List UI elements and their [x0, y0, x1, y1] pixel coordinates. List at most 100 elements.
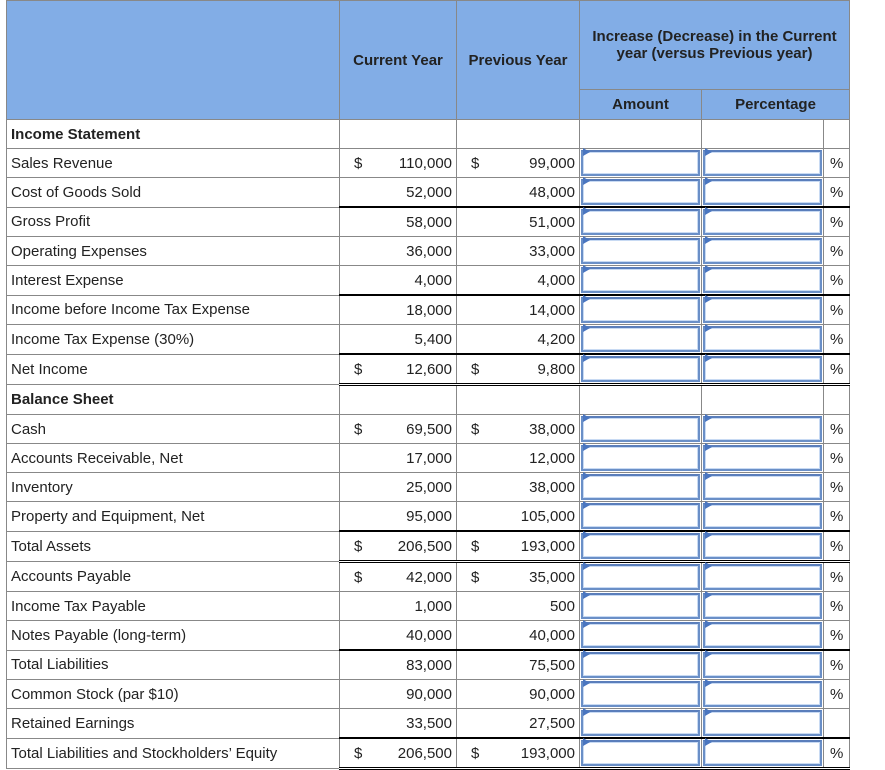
percentage-input[interactable] [703, 622, 822, 648]
row-label: Inventory [6, 472, 340, 502]
amount-input[interactable] [581, 416, 700, 442]
percentage-input[interactable] [703, 238, 822, 264]
current-year-value: 52,000 [406, 183, 452, 201]
table-row: Cost of Goods Sold 52,000 48,000% [6, 177, 850, 208]
percentage-input[interactable] [703, 416, 822, 442]
table-row: Income before Income Tax Expense 18,000 14… [6, 294, 850, 325]
percent-sign: % [823, 443, 850, 473]
amount-input[interactable] [581, 474, 700, 500]
percentage-input[interactable] [703, 652, 822, 678]
amount-input[interactable] [581, 564, 700, 590]
percentage-input[interactable] [703, 209, 822, 235]
previous-year-value: 12,000 [529, 449, 575, 467]
amount-input[interactable] [581, 445, 700, 471]
dollar-sign [471, 598, 485, 615]
amount-input[interactable] [581, 150, 700, 176]
row-label: Gross Profit [6, 206, 340, 237]
amount-input[interactable] [581, 503, 700, 529]
dollar-sign [354, 331, 368, 348]
table-row: Sales Revenue $110,000 $99,000% [6, 148, 850, 178]
row-label: Total Liabilities [6, 649, 340, 680]
percentage-input[interactable] [703, 681, 822, 707]
previous-year-value: 105,000 [520, 507, 575, 525]
header-blank [6, 0, 340, 120]
table-row: Income Tax Expense (30%) 5,400 4,200% [6, 324, 850, 355]
percent-sign: % [823, 737, 850, 770]
table-row: Net Income $12,600 $9,800% [6, 353, 850, 386]
previous-year-value: 99,000 [529, 154, 575, 172]
dollar-sign: $ [354, 360, 363, 378]
dollar-sign [471, 450, 485, 467]
dollar-sign [471, 302, 485, 319]
percent-sign: % [823, 530, 850, 563]
percent-sign: % [823, 324, 850, 355]
dollar-sign [354, 184, 368, 201]
current-year-value: 206,500 [397, 537, 452, 555]
amount-input[interactable] [581, 238, 700, 264]
amount-input[interactable] [581, 267, 700, 293]
previous-year-value: 48,000 [529, 183, 575, 201]
dollar-sign [471, 686, 485, 703]
dollar-sign [471, 214, 485, 231]
table-row: Property and Equipment, Net 95,000 105,000… [6, 501, 850, 532]
dollar-sign [471, 508, 485, 525]
amount-input[interactable] [581, 740, 700, 766]
percentage-input[interactable] [703, 150, 822, 176]
current-year-value: 69,500 [406, 420, 452, 438]
table-row: Operating Expenses 36,000 33,000% [6, 236, 850, 266]
percentage-input[interactable] [703, 356, 822, 382]
dollar-sign [354, 657, 368, 674]
row-label: Operating Expenses [6, 236, 340, 266]
previous-year-value: 35,000 [529, 568, 575, 586]
dollar-sign [471, 627, 485, 644]
percent-sign: % [823, 620, 850, 651]
percentage-input[interactable] [703, 710, 822, 736]
amount-input[interactable] [581, 356, 700, 382]
percent-sign: % [823, 177, 850, 208]
amount-input[interactable] [581, 179, 700, 205]
previous-year-value: 4,000 [537, 271, 575, 289]
percentage-input[interactable] [703, 445, 822, 471]
section-heading: Income Statement [6, 119, 340, 149]
percent-sign: % [823, 679, 850, 709]
dollar-sign [354, 686, 368, 703]
percentage-input[interactable] [703, 474, 822, 500]
percentage-input[interactable] [703, 533, 822, 559]
percentage-input[interactable] [703, 593, 822, 619]
previous-year-value: 500 [549, 597, 575, 615]
amount-input[interactable] [581, 533, 700, 559]
percent-sign: % [823, 649, 850, 680]
previous-year-value: 40,000 [529, 626, 575, 644]
percentage-input[interactable] [703, 740, 822, 766]
amount-input[interactable] [581, 622, 700, 648]
dollar-sign [471, 272, 485, 289]
table-row: Cash $69,500 $38,000% [6, 414, 850, 444]
financial-comparison-table: Current Year Previous Year Increase (Dec… [6, 0, 850, 770]
dollar-sign: $ [354, 537, 363, 555]
dollar-sign: $ [471, 537, 480, 555]
percentage-input[interactable] [703, 267, 822, 293]
percentage-input[interactable] [703, 564, 822, 590]
dollar-sign: $ [471, 154, 480, 172]
current-year-value: 12,600 [406, 360, 452, 378]
dollar-sign: $ [471, 744, 480, 762]
percentage-input[interactable] [703, 179, 822, 205]
percent-sign: % [823, 236, 850, 266]
amount-input[interactable] [581, 297, 700, 323]
amount-input[interactable] [581, 710, 700, 736]
amount-input[interactable] [581, 681, 700, 707]
header-amount: Amount [579, 89, 702, 120]
dollar-sign [471, 715, 485, 732]
amount-input[interactable] [581, 652, 700, 678]
dollar-sign: $ [354, 744, 363, 762]
amount-input[interactable] [581, 209, 700, 235]
percentage-input[interactable] [703, 326, 822, 352]
dollar-sign [354, 450, 368, 467]
current-year-value: 25,000 [406, 478, 452, 496]
amount-input[interactable] [581, 593, 700, 619]
percentage-input[interactable] [703, 503, 822, 529]
dollar-sign: $ [354, 154, 363, 172]
amount-input[interactable] [581, 326, 700, 352]
current-year-value: 83,000 [406, 656, 452, 674]
percentage-input[interactable] [703, 297, 822, 323]
